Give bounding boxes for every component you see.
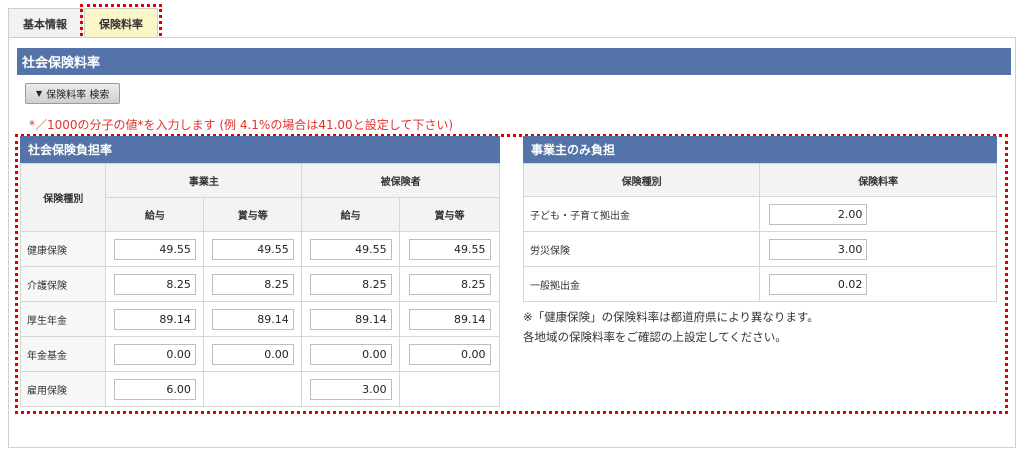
caution-note: ※「健康保険」の保険料率は都道府県により異なります。 各地域の保険料率をご確認の…	[523, 307, 819, 347]
insured-bonus-header: 賞与等	[399, 197, 500, 232]
tab-bar: 基本情報 保険料率	[8, 4, 162, 42]
pension-employer-salary-input[interactable]	[113, 308, 196, 330]
rate-search-button[interactable]: ▼ 保険料率 検索	[25, 83, 121, 104]
burden-type-header: 保険種別	[19, 163, 107, 232]
health-employer-bonus-input[interactable]	[211, 238, 294, 260]
row-label: 年金基金	[19, 336, 107, 372]
content-panel: 社会保険料率 ▼ 保険料率 検索 *／1000の分子の値*を入力します (例 4…	[8, 37, 1016, 448]
row-label: 雇用保険	[19, 371, 107, 407]
burden-table: 保険種別 事業主 被保険者 給与 賞与等 給与 賞与等 健康保険 介護保険 厚生…	[19, 163, 500, 407]
employer-header: 事業主	[105, 163, 303, 198]
table-row: 雇用保険	[19, 371, 500, 407]
fund-insured-bonus-input[interactable]	[408, 343, 491, 365]
employment-employer-input[interactable]	[113, 378, 196, 400]
insured-salary-header: 給与	[301, 197, 401, 232]
employer-only-rate-header: 保険料率	[759, 163, 997, 197]
health-insured-salary-input[interactable]	[309, 238, 392, 260]
table-row: 一般拠出金	[522, 266, 997, 302]
empty-cell	[399, 371, 500, 407]
input-note: *／1000の分子の値*を入力します (例 4.1%の場合は41.00と設定して…	[29, 118, 454, 132]
care-employer-bonus-input[interactable]	[211, 273, 294, 295]
table-row: 介護保険	[19, 266, 500, 302]
pension-insured-salary-input[interactable]	[309, 308, 392, 330]
row-label: 子ども・子育て拠出金	[522, 196, 761, 232]
rate-search-button-label: 保険料率 検索	[46, 90, 110, 101]
row-label: 健康保険	[19, 231, 107, 267]
row-label: 介護保険	[19, 266, 107, 302]
tab-insurance-rate[interactable]: 保険料率	[80, 4, 162, 42]
employer-only-type-header: 保険種別	[522, 163, 761, 197]
child-support-input[interactable]	[769, 203, 868, 225]
care-insured-salary-input[interactable]	[309, 273, 392, 295]
table-row: 年金基金	[19, 336, 500, 372]
row-label: 厚生年金	[19, 301, 107, 337]
table-row: 健康保険	[19, 231, 500, 267]
caution-line: ※「健康保険」の保険料率は都道府県により異なります。	[523, 310, 819, 324]
pension-employer-bonus-input[interactable]	[211, 308, 294, 330]
general-contribution-input[interactable]	[769, 273, 868, 295]
workers-comp-input[interactable]	[769, 238, 868, 260]
fund-employer-salary-input[interactable]	[113, 343, 196, 365]
employer-only-table: 保険種別 保険料率 子ども・子育て拠出金 労災保険 一般拠出金	[522, 163, 997, 302]
fund-insured-salary-input[interactable]	[309, 343, 392, 365]
fund-employer-bonus-input[interactable]	[211, 343, 294, 365]
employer-bonus-header: 賞与等	[203, 197, 303, 232]
pension-insured-bonus-input[interactable]	[408, 308, 491, 330]
table-row: 厚生年金	[19, 301, 500, 337]
health-employer-salary-input[interactable]	[113, 238, 196, 260]
caution-line: 各地域の保険料率をご確認の上設定してください。	[523, 330, 787, 344]
care-employer-salary-input[interactable]	[113, 273, 196, 295]
table-row: 子ども・子育て拠出金	[522, 196, 997, 232]
employment-insured-input[interactable]	[309, 378, 392, 400]
employer-only-title: 事業主のみ負担	[523, 136, 997, 163]
insured-header: 被保険者	[301, 163, 500, 198]
row-label: 労災保険	[522, 231, 761, 267]
burden-title: 社会保険負担率	[20, 136, 500, 163]
section-title: 社会保険料率	[17, 48, 1011, 75]
tab-basic-info[interactable]: 基本情報	[8, 8, 82, 38]
row-label: 一般拠出金	[522, 266, 761, 302]
health-insured-bonus-input[interactable]	[408, 238, 491, 260]
table-row: 労災保険	[522, 231, 997, 267]
empty-cell	[203, 371, 303, 407]
care-insured-bonus-input[interactable]	[408, 273, 491, 295]
triangle-down-icon: ▼	[36, 89, 43, 98]
employer-salary-header: 給与	[105, 197, 205, 232]
